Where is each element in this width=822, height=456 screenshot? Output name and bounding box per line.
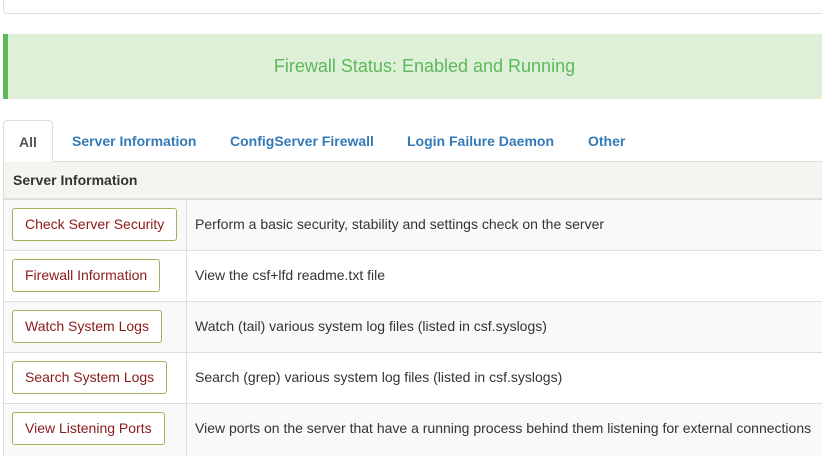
tab-bar: All Server Information ConfigServer Fire… bbox=[3, 120, 822, 163]
tab-configserver-firewall[interactable]: ConfigServer Firewall bbox=[230, 120, 374, 162]
firewall-information-button[interactable]: Firewall Information bbox=[12, 259, 161, 292]
tab-all[interactable]: All bbox=[3, 120, 53, 163]
row-description: View ports on the server that have a run… bbox=[195, 420, 812, 436]
table-row: Check Server Security Perform a basic se… bbox=[3, 200, 822, 251]
tab-server-information[interactable]: Server Information bbox=[72, 120, 196, 162]
column-divider bbox=[186, 404, 187, 456]
table-row: Watch System Logs Watch (tail) various s… bbox=[3, 302, 822, 353]
section-title: Server Information bbox=[13, 172, 138, 188]
tab-login-failure-daemon[interactable]: Login Failure Daemon bbox=[407, 120, 554, 162]
section-header: Server Information bbox=[3, 162, 822, 200]
table-row: View Listening Ports View ports on the s… bbox=[3, 404, 822, 456]
column-divider bbox=[186, 302, 187, 352]
column-divider bbox=[186, 251, 187, 301]
firewall-status-text: Firewall Status: Enabled and Running bbox=[273, 56, 576, 76]
search-system-logs-button[interactable]: Search System Logs bbox=[12, 361, 168, 394]
table-row: Firewall Information View the csf+lfd re… bbox=[3, 251, 822, 302]
view-listening-ports-button[interactable]: View Listening Ports bbox=[12, 412, 165, 445]
column-divider bbox=[186, 200, 187, 250]
row-description: Perform a basic security, stability and … bbox=[195, 216, 605, 232]
watch-system-logs-button[interactable]: Watch System Logs bbox=[12, 310, 162, 343]
tab-other[interactable]: Other bbox=[588, 120, 625, 162]
top-panel bbox=[3, 0, 822, 14]
table-row: Search System Logs Search (grep) various… bbox=[3, 353, 822, 404]
firewall-status-banner: Firewall Status: Enabled and Running bbox=[3, 34, 822, 99]
column-divider bbox=[186, 353, 187, 403]
row-description: Watch (tail) various system log files (l… bbox=[195, 318, 547, 334]
row-description: View the csf+lfd readme.txt file bbox=[195, 267, 385, 283]
check-server-security-button[interactable]: Check Server Security bbox=[12, 208, 178, 241]
row-description: Search (grep) various system log files (… bbox=[195, 369, 563, 385]
